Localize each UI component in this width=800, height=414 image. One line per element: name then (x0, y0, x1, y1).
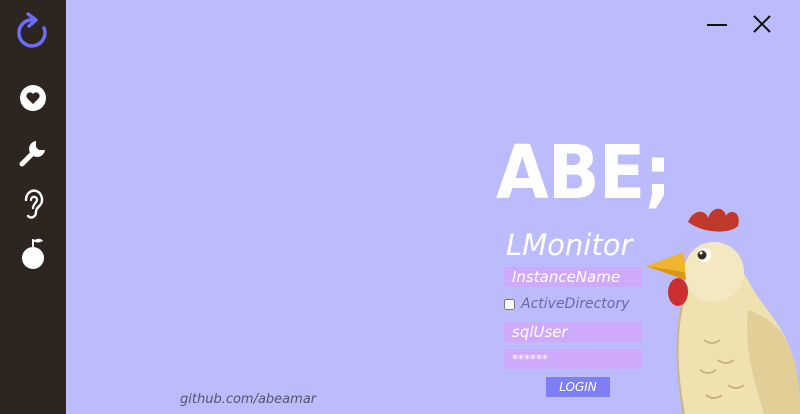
settings-button[interactable] (14, 134, 52, 172)
brand-logo: ABE; (496, 130, 672, 216)
instance-name-input[interactable] (504, 267, 642, 287)
refresh-button[interactable] (14, 12, 52, 50)
favorites-button[interactable] (14, 79, 52, 117)
minimize-button[interactable] (702, 10, 732, 38)
wrench-icon (19, 141, 45, 167)
password-input[interactable] (504, 349, 642, 369)
login-button[interactable]: LOGIN (546, 377, 610, 397)
app-name: LMonitor (506, 228, 633, 262)
heart-icon (20, 85, 46, 111)
github-link[interactable]: github.com/abeamar (180, 392, 316, 407)
active-directory-checkbox[interactable] (504, 298, 515, 310)
user-input[interactable] (504, 322, 642, 342)
active-directory-row: ActiveDirectory (504, 296, 629, 312)
ear-icon (24, 189, 44, 219)
minimize-icon (707, 24, 727, 26)
active-directory-label: ActiveDirectory (521, 296, 630, 312)
close-button[interactable] (747, 10, 777, 38)
sidebar (0, 0, 66, 414)
chicken-mascot-image (646, 208, 800, 414)
main-panel: ABE; LMonitor ActiveDirectory LOGIN gith… (66, 0, 800, 414)
refresh-icon (17, 12, 47, 48)
fruit-icon (22, 238, 44, 269)
close-icon (753, 15, 771, 33)
listen-button[interactable] (14, 185, 52, 223)
fruit-button[interactable] (14, 234, 52, 272)
